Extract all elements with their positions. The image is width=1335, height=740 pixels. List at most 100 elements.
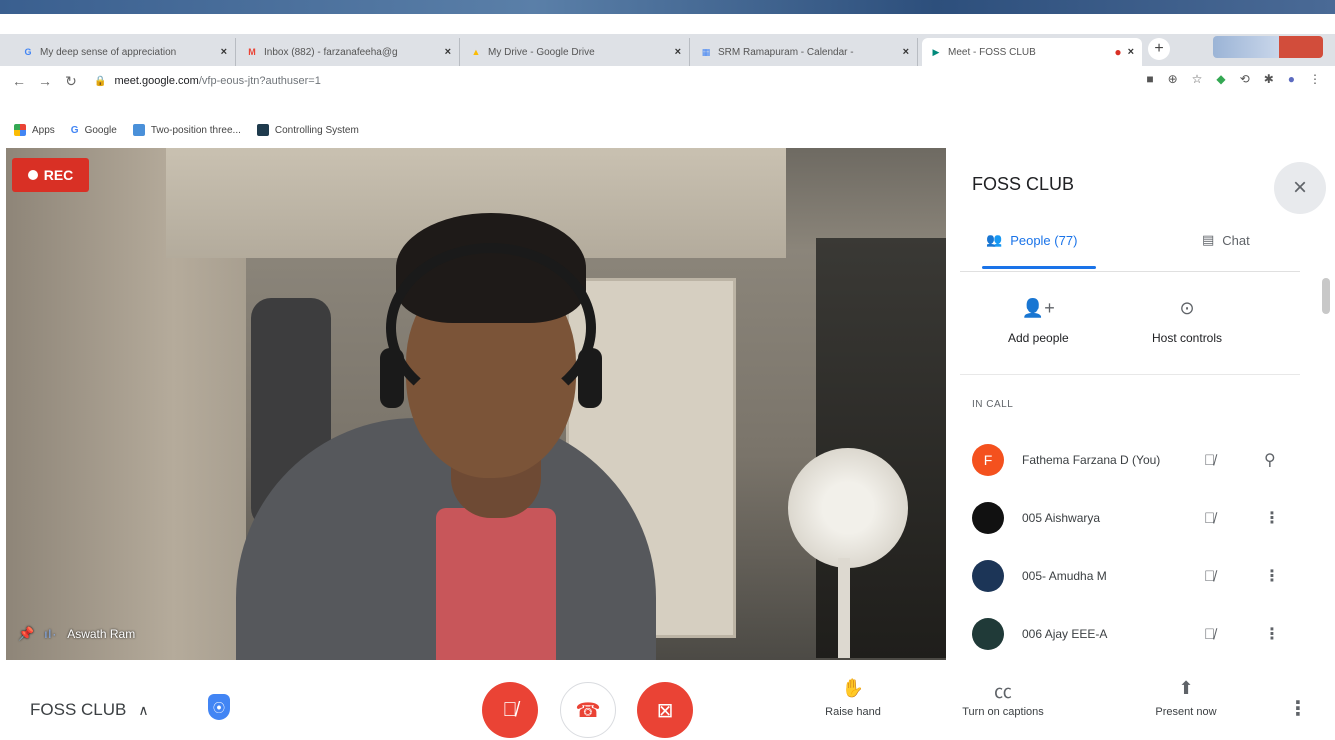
more-options-icon[interactable]: ⋮ — [1264, 624, 1280, 644]
reload-icon[interactable]: ↻ — [58, 73, 84, 90]
tab-label: Chat — [1222, 232, 1250, 248]
google-icon: G — [70, 124, 79, 136]
avatar — [972, 560, 1004, 592]
bookmark-apps[interactable]: Apps — [14, 124, 55, 136]
bookmark-label: Controlling System — [274, 124, 359, 136]
tab-bar: G My deep sense of appreciation × M Inbo… — [0, 34, 1335, 66]
captions-button[interactable]: ㏄ Turn on captions — [928, 678, 1078, 718]
document-icon — [132, 124, 145, 136]
pin-icon[interactable]: 📌 — [18, 626, 34, 642]
participant-row-name: 005- Amudha M — [1022, 569, 1107, 583]
tab-chat[interactable]: ▤ Chat — [1202, 232, 1250, 248]
mic-off-icon: 🎙̸ — [1204, 451, 1216, 469]
window-controls[interactable] — [1213, 36, 1323, 58]
raise-hand-button[interactable]: ✋ Raise hand — [818, 678, 888, 718]
participant-row-name: 006 Ajay EEE-A — [1022, 627, 1108, 641]
calendar-favicon-icon: ▦ — [701, 46, 711, 57]
close-tab-icon[interactable]: × — [1128, 46, 1134, 58]
video-background — [788, 448, 908, 568]
lock-icon: 🔒 — [94, 75, 107, 87]
security-shield-icon[interactable]: ⦿ — [208, 694, 230, 720]
star-icon[interactable]: ☆ — [1192, 72, 1203, 86]
audio-level-icon: ıl· — [44, 627, 58, 641]
browser-tab[interactable]: ▦ SRM Ramapuram - Calendar - × — [692, 38, 918, 66]
avatar: F — [972, 444, 1004, 476]
close-tab-icon[interactable]: × — [903, 46, 909, 58]
tab-title: My deep sense of appreciation — [40, 46, 177, 58]
bookmark-label: Google — [84, 124, 117, 136]
zoom-icon[interactable]: ⊕ — [1168, 72, 1178, 86]
participant-row[interactable]: F Fathema Farzana D (You) 🎙̸ ⚲ — [972, 442, 1276, 478]
url-field[interactable]: 🔒 meet.google.com /vfp-eous-jtn?authuser… — [94, 75, 321, 87]
address-bar-icons: ■ ⊕ ☆ ◆ ⟲ ✱ ● ⋮ — [1146, 72, 1321, 86]
recording-dot-icon: ● — [1114, 45, 1122, 59]
avatar — [972, 618, 1004, 650]
bookmark-label: Two-position three... — [150, 124, 241, 136]
url-host: meet.google.com — [114, 75, 199, 87]
participant-figure — [386, 243, 596, 413]
tab-title: Inbox (882) - farzanafeeha@g — [264, 46, 398, 58]
more-options-icon[interactable]: ⋮ — [1264, 566, 1280, 586]
close-tab-icon[interactable]: × — [675, 46, 681, 58]
meeting-controls-bar: FOSS CLUB ∧ ⦿ 🎙̸ ☎ ⊠ ✋ Raise hand ㏄ Turn… — [0, 660, 1335, 740]
bookmark-google[interactable]: G Google — [71, 125, 117, 136]
camera-off-icon: ⊠ — [656, 699, 674, 722]
extension-icon[interactable]: ◆ — [1216, 72, 1225, 86]
leave-call-button[interactable]: ☎ — [560, 682, 616, 738]
hand-icon: ✋ — [841, 678, 865, 698]
people-panel: FOSS CLUB × 👥 People (77) ▤ Chat 👤+ Add … — [946, 148, 1335, 660]
gmail-favicon-icon: M — [248, 47, 256, 57]
mic-off-icon: 🎙̸ — [1204, 509, 1216, 527]
mic-toggle-button[interactable]: 🎙̸ — [482, 682, 538, 738]
forward-icon[interactable]: → — [32, 73, 58, 89]
active-tab-indicator — [982, 266, 1096, 269]
participant-row[interactable]: 005- Amudha M 🎙̸ ⋮ — [972, 558, 1280, 594]
close-tab-icon[interactable]: × — [221, 46, 227, 58]
recording-badge: REC — [12, 158, 89, 192]
close-panel-button[interactable]: × — [1274, 162, 1326, 214]
apps-grid-icon — [14, 124, 26, 136]
raise-hand-label: Raise hand — [825, 706, 881, 718]
tab-people[interactable]: 👥 People (77) — [986, 232, 1077, 248]
more-options-icon[interactable]: ⋮ — [1264, 508, 1280, 528]
close-tab-icon[interactable]: × — [445, 46, 451, 58]
host-controls-label: Host controls — [1152, 331, 1223, 345]
profile-icon[interactable]: ● — [1288, 72, 1295, 86]
close-icon: × — [1292, 174, 1307, 201]
new-tab-button[interactable]: + — [1148, 38, 1170, 60]
camera-icon[interactable]: ■ — [1146, 72, 1153, 86]
bookmark-controlling-system[interactable]: Controlling System — [256, 124, 359, 136]
present-icon: ⬆ — [1178, 678, 1194, 698]
browser-tab[interactable]: ▲ My Drive - Google Drive × — [462, 38, 690, 66]
browser-tab-active[interactable]: ▶ Meet - FOSS CLUB ● × — [922, 38, 1142, 66]
mic-off-icon: 🎙̸ — [502, 698, 518, 721]
toggle-icon: ⊙ — [1179, 298, 1195, 318]
camera-toggle-button[interactable]: ⊠ — [637, 682, 693, 738]
menu-icon[interactable]: ⋮ — [1309, 72, 1321, 86]
avatar — [972, 502, 1004, 534]
participant-figure — [380, 348, 404, 408]
mic-off-icon: 🎙̸ — [1204, 567, 1216, 585]
chat-icon: ▤ — [1202, 232, 1215, 247]
puzzle-icon[interactable]: ✱ — [1264, 72, 1274, 86]
participant-figure — [578, 348, 602, 408]
add-person-icon: 👤+ — [1021, 298, 1055, 318]
more-options-icon[interactable]: ⋮ — [1288, 696, 1308, 721]
tab-title: Meet - FOSS CLUB — [948, 46, 1036, 58]
participant-row[interactable]: 005 Aishwarya 🎙̸ ⋮ — [972, 500, 1280, 536]
participant-row[interactable]: 006 Ajay EEE-A 🎙̸ ⋮ — [972, 616, 1280, 652]
back-icon[interactable]: ← — [6, 73, 32, 89]
panel-scrollbar[interactable] — [1322, 278, 1330, 314]
sync-icon[interactable]: ⟲ — [1240, 72, 1250, 86]
browser-tab[interactable]: M Inbox (882) - farzanafeeha@g × — [238, 38, 460, 66]
meeting-details-button[interactable]: FOSS CLUB ∧ — [30, 700, 149, 720]
present-button[interactable]: ⬆ Present now — [1136, 678, 1236, 718]
host-controls-button[interactable]: ⊙ Host controls — [1152, 298, 1222, 345]
pin-participant-icon[interactable]: ⚲ — [1264, 450, 1276, 470]
panel-title: FOSS CLUB — [972, 174, 1075, 194]
video-background — [816, 238, 946, 658]
add-people-button[interactable]: 👤+ Add people — [1008, 298, 1069, 345]
participant-namebar: 📌 ıl· Aswath Ram — [18, 626, 135, 642]
browser-tab[interactable]: G My deep sense of appreciation × — [14, 38, 236, 66]
bookmark-two-position[interactable]: Two-position three... — [132, 124, 241, 136]
